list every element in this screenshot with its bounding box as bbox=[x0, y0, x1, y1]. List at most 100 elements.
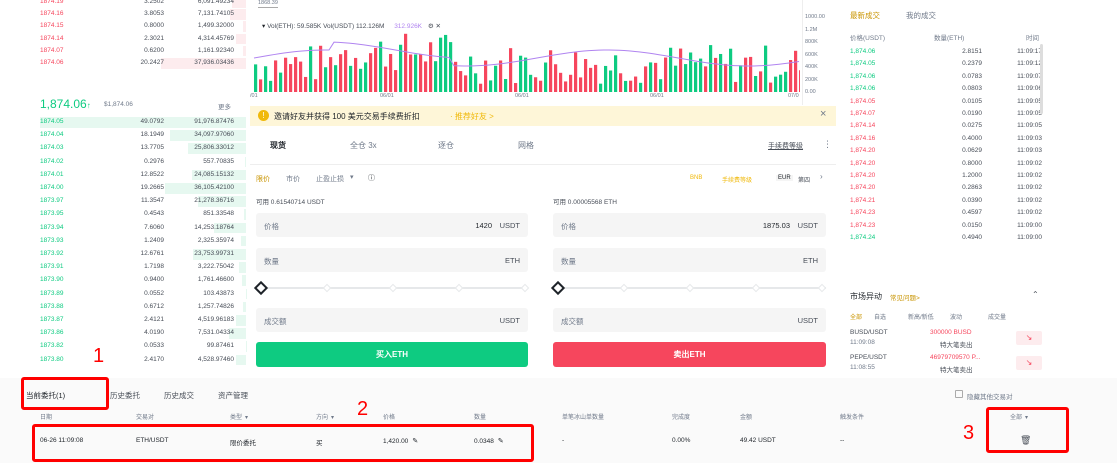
info-icon[interactable]: ⓘ bbox=[368, 173, 375, 183]
axis-tick-label: 1000.00 bbox=[805, 14, 825, 20]
buy-total-input[interactable]: 成交额 USDT bbox=[256, 308, 528, 332]
volume-bars bbox=[253, 33, 800, 92]
trade-row: 1,874.05 0.2379 11:09:12 bbox=[842, 58, 1042, 70]
bnb-link[interactable]: BNB bbox=[690, 175, 702, 181]
bid-row[interactable]: 1873.94 7.6060 14,253.18764 bbox=[0, 222, 246, 234]
moves-tab[interactable]: 自选 bbox=[874, 312, 886, 321]
bid-row[interactable]: 1873.82 0.0533 99.87461 bbox=[0, 341, 246, 352]
filter-down-icon[interactable]: ▾ bbox=[245, 415, 248, 421]
bid-row[interactable]: 1873.93 1.2409 2,325.35974 bbox=[0, 235, 246, 247]
bid-amount: 0.0552 bbox=[144, 289, 164, 297]
sell-amount-input[interactable]: 数量 ETH bbox=[553, 248, 826, 272]
tab-trade-mode[interactable]: 网格 bbox=[518, 140, 534, 151]
chevron-down-icon[interactable]: ▾ bbox=[350, 173, 354, 181]
axis-tick-label: 400K bbox=[805, 64, 818, 70]
volume-bar bbox=[544, 62, 548, 92]
buy-slider[interactable] bbox=[253, 280, 530, 296]
slider-handle-icon[interactable] bbox=[550, 280, 566, 296]
volume-bar bbox=[309, 46, 313, 92]
bid-amount: 7.6060 bbox=[144, 223, 164, 231]
filter-down-icon[interactable]: ▾ bbox=[331, 415, 334, 421]
ask-row[interactable]: 1874.06 20.2427 37,936.03436 bbox=[0, 58, 246, 69]
eur-link[interactable]: EUR bbox=[776, 175, 793, 181]
volume-bar bbox=[584, 59, 588, 92]
ask-row[interactable]: 1874.07 0.6200 1,161.92340 bbox=[0, 45, 246, 57]
bid-row[interactable]: 1873.80 2.4170 4,528.97460 bbox=[0, 354, 246, 366]
moves-tab[interactable]: 成交量 bbox=[988, 312, 1006, 321]
bid-row[interactable]: 1873.89 0.0552 103.43873 bbox=[0, 288, 246, 300]
sell-total-input[interactable]: 成交额 USDT bbox=[553, 308, 826, 332]
ask-row[interactable]: 1874.15 0.8000 1,499.32000 bbox=[0, 21, 246, 32]
ask-row[interactable]: 1874.14 2.3021 4,314.45769 bbox=[0, 33, 246, 45]
volume-bar bbox=[749, 56, 753, 92]
tab-latest-trades[interactable]: 最新成交 bbox=[850, 10, 880, 21]
volume-bar bbox=[419, 53, 423, 92]
order-tab[interactable]: 资产管理 bbox=[218, 390, 248, 401]
buy-price-input[interactable]: 价格 1420 USDT bbox=[256, 213, 528, 237]
ask-amount: 0.8000 bbox=[144, 22, 164, 30]
collapse-icon[interactable]: ⌃ bbox=[1032, 290, 1039, 299]
more-options-icon[interactable]: ⋮ bbox=[823, 139, 832, 150]
order-type-tab[interactable]: 限价 bbox=[256, 174, 270, 184]
bid-row[interactable]: 1873.91 1.7198 3,222.75042 bbox=[0, 262, 246, 273]
extra-link[interactable]: 第四 bbox=[798, 175, 810, 184]
bid-row[interactable]: 1873.95 0.4543 851.33548 bbox=[0, 209, 246, 220]
bid-row[interactable]: 1873.92 12.6761 23,753.99731 bbox=[0, 249, 246, 260]
bid-row[interactable]: 1874.04 18.1949 34,097.97060 bbox=[0, 130, 246, 141]
move-pair[interactable]: PEPE/USDT bbox=[850, 354, 887, 361]
chevron-right-icon[interactable]: › bbox=[820, 172, 823, 181]
ask-amount: 20.2427 bbox=[140, 59, 165, 66]
order-type-tab[interactable]: 止盈止损 bbox=[316, 174, 344, 184]
scrollbar[interactable] bbox=[1040, 44, 1043, 114]
fee-tutorial-link[interactable]: 手续费等级 bbox=[768, 141, 803, 151]
hide-pairs-checkbox[interactable] bbox=[955, 390, 963, 398]
faq-link[interactable]: 常见问题> bbox=[890, 292, 920, 302]
ask-row[interactable]: 1874.19 3.2502 6,091.49234 bbox=[0, 0, 246, 8]
slider-handle-icon[interactable] bbox=[253, 280, 269, 296]
bid-row[interactable]: 1874.00 19.2665 36,105.42100 bbox=[0, 183, 246, 194]
price-chart[interactable]: 1868.39 ▾ Vol(ETH): 59.585K Vol(USDT) 11… bbox=[250, 0, 836, 105]
move-pair[interactable]: BUSD/USDT bbox=[850, 329, 888, 336]
tab-my-trades[interactable]: 我的成交 bbox=[906, 10, 936, 21]
bid-price: 1873.94 bbox=[40, 223, 64, 231]
bid-row[interactable]: 1874.01 12.8522 24,085.15132 bbox=[0, 169, 246, 181]
moves-tab[interactable]: 全部 bbox=[850, 312, 862, 321]
bid-row[interactable]: 1873.87 2.4121 4,519.96183 bbox=[0, 315, 246, 326]
bid-price: 1874.00 bbox=[40, 184, 64, 191]
buy-amount-input[interactable]: 数量 ETH bbox=[256, 248, 528, 272]
bid-row[interactable]: 1873.86 4.0190 7,531.04334 bbox=[0, 328, 246, 339]
tab-trade-mode[interactable]: 现货 bbox=[270, 140, 286, 151]
bid-row[interactable]: 1873.88 0.6712 1,257.74826 bbox=[0, 301, 246, 313]
bid-row[interactable]: 1874.03 13.7705 25,806.33012 bbox=[0, 143, 246, 154]
order-tab[interactable]: 历史委托 bbox=[110, 390, 140, 401]
trade-time: 11:09:05 bbox=[1017, 97, 1042, 105]
bid-row[interactable]: 1874.02 0.2976 557.70835 bbox=[0, 156, 246, 168]
moves-tab[interactable]: 波动 bbox=[950, 312, 962, 321]
volume-bar bbox=[624, 80, 628, 92]
trade-row: 1,874.20 0.0629 11:09:03 bbox=[842, 145, 1042, 157]
moves-tab[interactable]: 新高/新低 bbox=[908, 312, 934, 321]
trade-price: 1,874.14 bbox=[850, 122, 876, 130]
buy-eth-button[interactable]: 买入ETH bbox=[256, 342, 528, 367]
order-column-header[interactable]: 类型 ▾ bbox=[230, 412, 248, 421]
referral-link[interactable]: · 推荐好友 > bbox=[450, 111, 494, 122]
sell-eth-button[interactable]: 卖出ETH bbox=[553, 342, 826, 367]
sell-price-input[interactable]: 价格 1875.03 USDT bbox=[553, 213, 826, 237]
ask-row[interactable]: 1874.16 3.8053 7,131.74105 bbox=[0, 9, 246, 20]
fee-level-link[interactable]: 手续费等级 bbox=[722, 175, 752, 184]
close-icon[interactable]: × bbox=[820, 108, 826, 120]
order-column-header[interactable]: 方向 ▾ bbox=[316, 412, 334, 421]
trade-row: 1,874.06 0.0803 11:09:06 bbox=[842, 83, 1042, 95]
tab-trade-mode[interactable]: 全仓 3x bbox=[350, 140, 377, 151]
tab-trade-mode[interactable]: 逐仓 bbox=[438, 140, 454, 151]
trade-time: 11:09:02 bbox=[1017, 209, 1042, 217]
order-type-tab[interactable]: 市价 bbox=[286, 174, 300, 184]
order-tab[interactable]: 历史成交 bbox=[164, 390, 194, 401]
bid-row[interactable]: 1873.97 11.3547 21,278.36716 bbox=[0, 196, 246, 207]
more-link[interactable]: 更多 bbox=[218, 101, 231, 111]
bid-row[interactable]: 1874.05 49.0792 91,976.87476 bbox=[0, 117, 246, 128]
axis-tick-label: 600K bbox=[805, 51, 818, 58]
trade-row: 1,874.21 0.0390 11:09:02 bbox=[842, 195, 1042, 207]
sell-slider[interactable] bbox=[550, 280, 827, 296]
bid-row[interactable]: 1873.90 0.9400 1,761.46600 bbox=[0, 275, 246, 286]
